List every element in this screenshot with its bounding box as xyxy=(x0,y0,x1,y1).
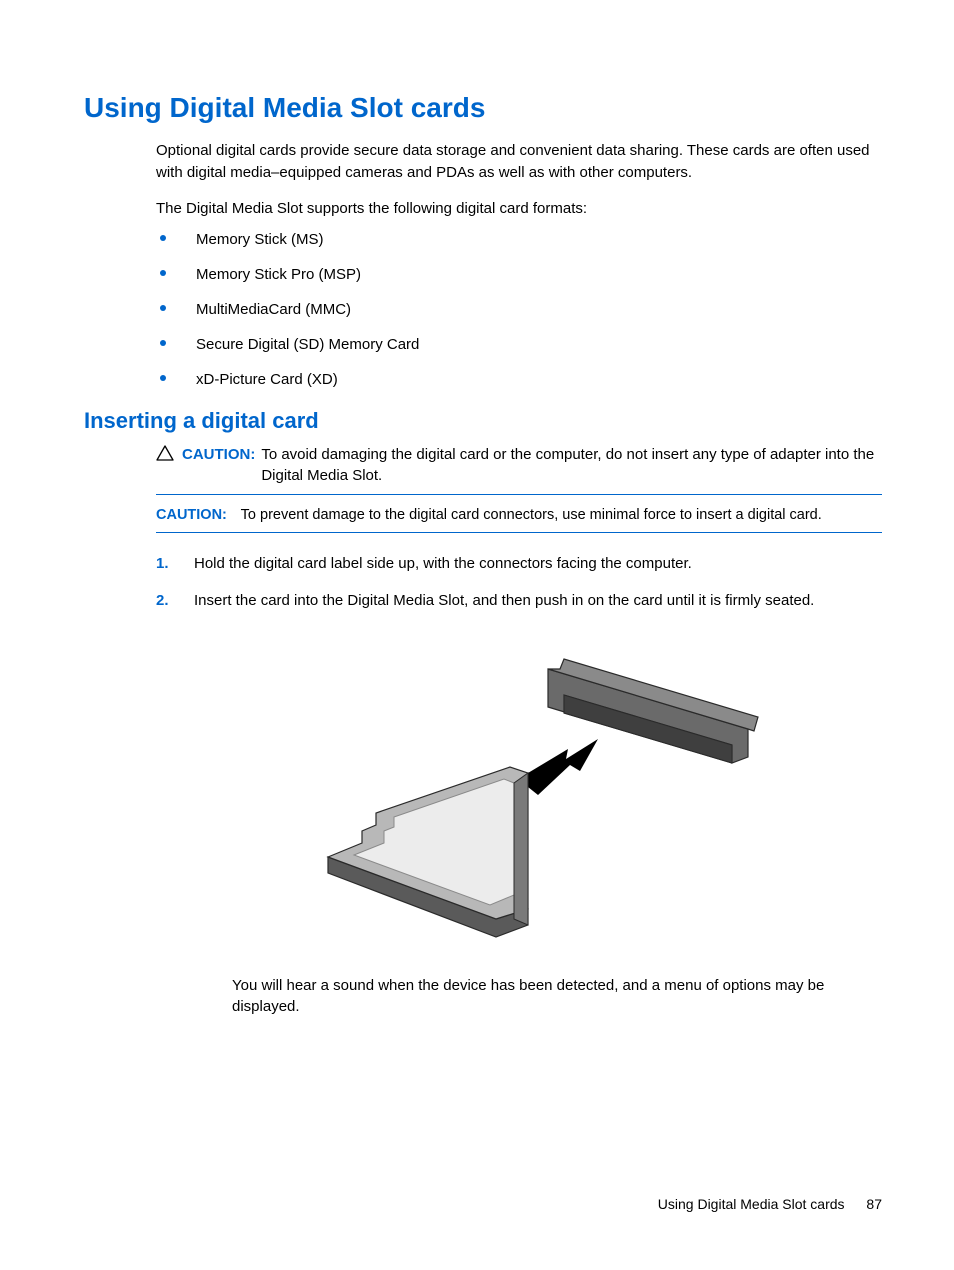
format-list: Memory Stick (MS) Memory Stick Pro (MSP)… xyxy=(156,229,882,390)
caution-label: CAUTION: xyxy=(182,444,255,465)
bullet-icon xyxy=(160,340,166,346)
list-item: MultiMediaCard (MMC) xyxy=(156,299,882,320)
step-result-text: You will hear a sound when the device ha… xyxy=(232,975,882,1017)
list-item-text: MultiMediaCard (MMC) xyxy=(196,301,351,318)
slot-icon xyxy=(548,659,758,763)
step-item: 1. Hold the digital card label side up, … xyxy=(156,553,882,574)
list-item: xD-Picture Card (XD) xyxy=(156,369,882,390)
footer-page-number: 87 xyxy=(866,1196,882,1212)
caution-text: To avoid damaging the digital card or th… xyxy=(261,444,882,486)
page-heading: Using Digital Media Slot cards xyxy=(84,92,882,124)
caution-notice-1: CAUTION: To avoid damaging the digital c… xyxy=(156,444,882,495)
step-number: 2. xyxy=(156,590,169,611)
intro-paragraph-2: The Digital Media Slot supports the foll… xyxy=(156,198,882,220)
list-item-text: xD-Picture Card (XD) xyxy=(196,371,338,388)
sd-card-icon xyxy=(328,767,528,937)
list-item: Memory Stick Pro (MSP) xyxy=(156,264,882,285)
caution-text: To prevent damage to the digital card co… xyxy=(241,507,822,523)
section-heading: Inserting a digital card xyxy=(84,408,882,434)
footer-title: Using Digital Media Slot cards xyxy=(658,1196,845,1212)
intro-paragraph-1: Optional digital cards provide secure da… xyxy=(156,140,882,184)
arrow-icon xyxy=(518,739,598,795)
list-item: Secure Digital (SD) Memory Card xyxy=(156,334,882,355)
step-item: 2. Insert the card into the Digital Medi… xyxy=(156,590,882,1017)
insert-card-illustration xyxy=(308,639,768,945)
list-item-text: Secure Digital (SD) Memory Card xyxy=(196,336,419,353)
caution-icon xyxy=(156,445,174,467)
bullet-icon xyxy=(160,375,166,381)
step-number: 1. xyxy=(156,553,169,574)
caution-label: CAUTION: xyxy=(156,507,227,523)
list-item-text: Memory Stick Pro (MSP) xyxy=(196,266,361,283)
step-text: Insert the card into the Digital Media S… xyxy=(194,592,814,609)
bullet-icon xyxy=(160,305,166,311)
bullet-icon xyxy=(160,235,166,241)
caution-notice-2: CAUTION: To prevent damage to the digita… xyxy=(156,505,882,532)
bullet-icon xyxy=(160,270,166,276)
steps-list: 1. Hold the digital card label side up, … xyxy=(156,553,882,1017)
step-text: Hold the digital card label side up, wit… xyxy=(194,555,692,572)
page-footer: Using Digital Media Slot cards 87 xyxy=(658,1196,882,1212)
list-item: Memory Stick (MS) xyxy=(156,229,882,250)
list-item-text: Memory Stick (MS) xyxy=(196,231,324,248)
